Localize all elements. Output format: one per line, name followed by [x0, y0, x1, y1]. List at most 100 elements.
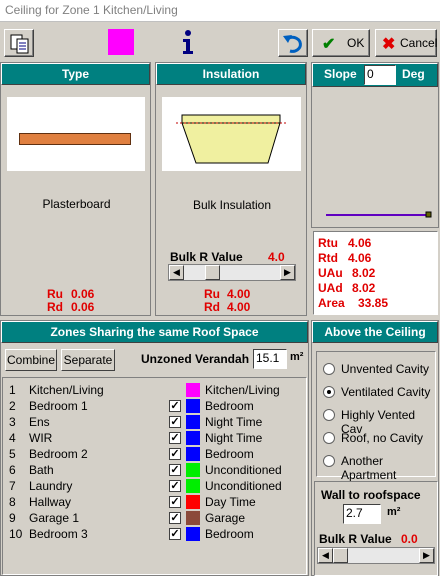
unzoned-unit: m² [290, 351, 304, 363]
zone-type: Garage [205, 511, 246, 525]
insulation-rd-label: Rd [204, 300, 220, 314]
zone-number: 7 [9, 479, 16, 493]
zone-type: Unconditioned [205, 479, 282, 493]
rtd-value: 4.06 [348, 251, 372, 265]
above-option-label[interactable]: Another Apartment [341, 454, 435, 482]
type-material: Plasterboard [42, 197, 111, 211]
bulk-r-value: 4.0 [268, 250, 285, 264]
cancel-button[interactable]: ✖ Cancel [375, 29, 437, 57]
zone-checkbox[interactable]: ✓ [169, 400, 181, 412]
zone-checkbox[interactable]: ✓ [169, 496, 181, 508]
zone-checkbox[interactable]: ✓ [169, 448, 181, 460]
zone-type: Night Time [205, 415, 263, 429]
zone-name: Ens [29, 415, 50, 429]
type-rd-value: 0.06 [71, 300, 95, 314]
zone-color-swatch [186, 463, 200, 477]
copy-button[interactable] [4, 29, 34, 57]
insulation-preview[interactable] [162, 97, 301, 171]
type-header: Type [1, 63, 150, 85]
ok-button[interactable]: ✔ OK [312, 29, 370, 57]
above-bulk-r-slider[interactable]: ◀ ▶ [317, 547, 435, 564]
copy-icon [10, 34, 29, 54]
zone-type: Unconditioned [205, 463, 282, 477]
check-icon: ✔ [322, 36, 336, 53]
above-option-radio[interactable] [323, 432, 335, 444]
rtu-label: Rtu [318, 236, 338, 250]
zone-color-swatch [186, 511, 200, 525]
undo-button[interactable] [278, 29, 308, 57]
zone-checkbox[interactable]: ✓ [169, 416, 181, 428]
insulation-panel: Insulation Bulk Insulation Bulk R Value … [155, 62, 307, 316]
above-slider-thumb[interactable] [333, 548, 348, 563]
insulation-ru-value: 4.00 [227, 287, 251, 301]
zone-name: Hallway [29, 495, 72, 509]
unzoned-input[interactable]: 15.1 [253, 349, 287, 369]
above-option-radio[interactable] [323, 455, 335, 467]
cancel-label: Cancel [400, 36, 438, 50]
zone-color-swatch [186, 447, 200, 461]
above-ceiling-panel: Above the Ceiling Unvented Cavity Ventila… [311, 320, 439, 576]
above-bulk-r-value: 0.0 [401, 532, 418, 546]
zone-number: 6 [9, 463, 16, 477]
zone-type: Night Time [205, 431, 263, 445]
zone-color-swatch [186, 527, 200, 541]
wall-roofspace-group: Wall to roofspace 2.7 m² Bulk R Value 0.… [314, 481, 438, 576]
zones-header: Zones Sharing the same Roof Space [1, 321, 308, 343]
above-option-label[interactable]: Roof, no Cavity [341, 431, 423, 445]
wall-input[interactable]: 2.7 [343, 504, 381, 524]
zone-color-swatch [186, 415, 200, 429]
above-option-label[interactable]: Ventilated Cavity [341, 385, 430, 399]
zone-type: Bedroom [205, 399, 254, 413]
above-slider-right-arrow[interactable]: ▶ [419, 548, 434, 563]
slope-line [326, 211, 432, 218]
title-bar: Ceiling for Zone 1 Kitchen/Living [0, 0, 440, 22]
rtd-label: Rtd [318, 251, 338, 265]
slider-thumb[interactable] [205, 265, 220, 280]
zone-number: 10 [9, 527, 23, 541]
zones-panel: Zones Sharing the same Roof Space Combin… [0, 320, 309, 576]
zone-checkbox[interactable]: ✓ [169, 480, 181, 492]
zone-name: Bedroom 1 [29, 399, 88, 413]
bulk-r-label: Bulk R Value [170, 250, 243, 264]
insulation-material: Bulk Insulation [192, 198, 272, 212]
above-option-radio[interactable] [323, 386, 335, 398]
zone-checkbox[interactable]: ✓ [169, 528, 181, 540]
separate-button[interactable]: Separate [61, 349, 115, 371]
zone-list: 1 Kitchen/Living Kitchen/Living 2 Bedroom 1 ✓… [2, 377, 307, 575]
uad-value: 8.02 [352, 281, 376, 295]
zone-name: Bedroom 3 [29, 527, 88, 541]
above-header: Above the Ceiling [312, 321, 438, 343]
zone-type: Bedroom [205, 527, 254, 541]
zone-checkbox[interactable]: ✓ [169, 464, 181, 476]
rtu-value: 4.06 [348, 236, 372, 250]
slope-input[interactable]: 0 [364, 65, 396, 85]
unzoned-label: Unzoned Verandah [141, 352, 250, 366]
type-rd-label: Rd [47, 300, 63, 314]
zone-checkbox[interactable]: ✓ [169, 512, 181, 524]
info-button[interactable] [176, 28, 200, 56]
zone-color-swatch [186, 495, 200, 509]
bulk-r-slider[interactable]: ◀ ▶ [168, 264, 296, 281]
uau-label: UAu [318, 266, 343, 280]
zone-checkbox[interactable]: ✓ [169, 432, 181, 444]
zone-name: WIR [29, 431, 53, 445]
zone-name: Garage 1 [29, 511, 80, 525]
above-option-label[interactable]: Unvented Cavity [341, 362, 429, 376]
above-bulk-r-label: Bulk R Value [319, 532, 392, 546]
zone-number: 8 [9, 495, 16, 509]
above-option-radio[interactable] [323, 409, 335, 421]
zone-number: 9 [9, 511, 16, 525]
above-option-radio[interactable] [323, 363, 335, 375]
type-preview[interactable] [7, 97, 145, 171]
slider-right-arrow[interactable]: ▶ [280, 265, 295, 280]
zone-name: Laundry [29, 479, 73, 493]
area-label: Area [318, 296, 345, 310]
zone-type: Kitchen/Living [205, 383, 280, 397]
area-value: 33.85 [358, 296, 389, 310]
wall-label: Wall to roofspace [321, 488, 421, 502]
combine-button[interactable]: Combine [5, 349, 57, 371]
above-slider-left-arrow[interactable]: ◀ [318, 548, 333, 563]
zone-color-swatch[interactable] [108, 29, 134, 55]
zone-color-swatch [186, 479, 200, 493]
slider-left-arrow[interactable]: ◀ [169, 265, 184, 280]
